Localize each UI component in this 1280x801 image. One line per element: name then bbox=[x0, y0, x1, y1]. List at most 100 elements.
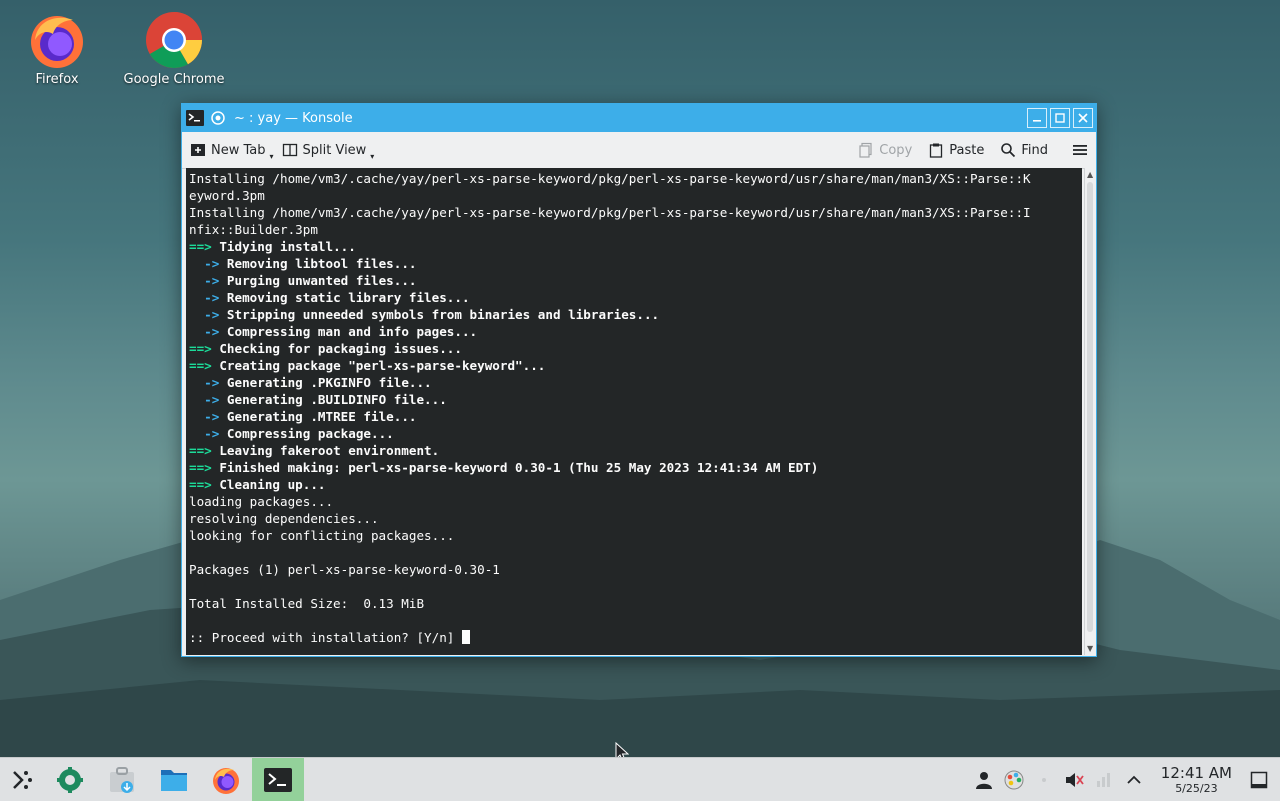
tray-user[interactable] bbox=[969, 758, 999, 801]
desktop-icon-label: Firefox bbox=[35, 72, 79, 87]
terminal-line: -> Purging unwanted files... bbox=[189, 272, 1079, 289]
terminal-output[interactable]: Installing /home/vm3/.cache/yay/perl-xs-… bbox=[186, 168, 1082, 655]
terminal-line: -> Removing libtool files... bbox=[189, 255, 1079, 272]
konsole-app-icon[interactable] bbox=[185, 108, 205, 128]
taskbar-file-manager[interactable] bbox=[148, 758, 200, 801]
terminal-line-marker: ==> bbox=[189, 239, 212, 254]
tray-color-picker[interactable] bbox=[999, 758, 1029, 801]
hamburger-menu-button[interactable] bbox=[1064, 135, 1096, 165]
terminal-line: -> Removing static library files... bbox=[189, 289, 1079, 306]
terminal-line-text: Removing libtool files... bbox=[219, 256, 417, 271]
tray-notifications-disabled[interactable] bbox=[1029, 758, 1059, 801]
terminal-line-marker: ==> bbox=[189, 443, 212, 458]
split-view-icon bbox=[282, 143, 297, 157]
chevron-up-icon bbox=[1127, 775, 1141, 784]
clock-time: 12:41 AM bbox=[1160, 763, 1232, 782]
copy-icon bbox=[859, 142, 872, 158]
paste-icon bbox=[930, 143, 943, 158]
color-palette-icon bbox=[1004, 770, 1024, 789]
window-titlebar[interactable]: ~ : yay — Konsole bbox=[182, 104, 1096, 132]
terminal-line: -> Compressing package... bbox=[189, 425, 1079, 442]
system-tray: 12:41 AM 5/25/23 bbox=[969, 758, 1280, 801]
close-button[interactable] bbox=[1073, 108, 1093, 128]
terminal-line-marker: -> bbox=[189, 392, 220, 407]
terminal-line-marker: ==> bbox=[189, 358, 212, 373]
terminal-line-text: Generating .MTREE file... bbox=[219, 409, 417, 424]
terminal-line-marker: -> bbox=[189, 426, 220, 441]
terminal-line-text: Total Installed Size: 0.13 MiB bbox=[189, 596, 425, 611]
tray-expand[interactable] bbox=[1119, 758, 1149, 801]
taskbar-settings[interactable] bbox=[44, 758, 96, 801]
terminal-line-text: Generating .PKGINFO file... bbox=[219, 375, 432, 390]
firefox-icon bbox=[27, 10, 87, 70]
terminal-icon bbox=[264, 767, 292, 792]
terminal-line-marker: ==> bbox=[189, 341, 212, 356]
maximize-button[interactable] bbox=[1050, 108, 1070, 128]
terminal-line-text: Tidying install... bbox=[211, 239, 356, 254]
user-icon bbox=[975, 771, 992, 789]
desktop-icon-chrome[interactable]: Google Chrome bbox=[119, 2, 229, 87]
terminal-line: Total Installed Size: 0.13 MiB bbox=[189, 595, 1079, 612]
terminal-line-text: Stripping unneeded symbols from binaries… bbox=[219, 307, 660, 322]
scroll-up-arrow-icon[interactable]: ▲ bbox=[1087, 170, 1093, 179]
paste-button[interactable]: Paste bbox=[920, 135, 992, 165]
terminal-line-marker: ==> bbox=[189, 477, 212, 492]
folder-icon bbox=[161, 769, 187, 791]
desktop-icon-label: Google Chrome bbox=[123, 72, 225, 87]
network-icon bbox=[1096, 772, 1110, 787]
terminal-line: Packages (1) perl-xs-parse-keyword-0.30-… bbox=[189, 561, 1079, 578]
tray-network[interactable] bbox=[1089, 758, 1119, 801]
terminal-line-text: Cleaning up... bbox=[211, 477, 326, 492]
terminal-line-text: Packages (1) perl-xs-parse-keyword-0.30-… bbox=[189, 562, 500, 577]
taskbar-konsole[interactable] bbox=[252, 758, 304, 801]
taskbar-firefox[interactable] bbox=[200, 758, 252, 801]
show-desktop-icon bbox=[1250, 771, 1268, 788]
firefox-icon bbox=[213, 767, 239, 794]
terminal-scrollbar[interactable]: ▲ ▼ bbox=[1084, 168, 1096, 655]
terminal-line-marker: -> bbox=[189, 375, 220, 390]
minimize-button[interactable] bbox=[1027, 108, 1047, 128]
terminal-line-text: looking for conflicting packages... bbox=[189, 528, 455, 543]
find-button[interactable]: Find bbox=[992, 135, 1056, 165]
split-view-button[interactable]: Split View ▾ bbox=[274, 135, 374, 165]
pin-icon[interactable] bbox=[208, 108, 228, 128]
terminal-line-marker: ==> bbox=[189, 460, 212, 475]
terminal-prompt-line: :: Proceed with installation? [Y/n] bbox=[189, 629, 1079, 646]
terminal-line: ==> Creating package "perl-xs-parse-keyw… bbox=[189, 357, 1079, 374]
terminal-line: Installing /home/vm3/.cache/yay/perl-xs-… bbox=[189, 170, 1079, 187]
terminal-line-text: Purging unwanted files... bbox=[219, 273, 417, 288]
copy-button[interactable]: Copy bbox=[850, 135, 920, 165]
scroll-down-arrow-icon[interactable]: ▼ bbox=[1087, 644, 1093, 653]
terminal-line: nfix::Builder.3pm bbox=[189, 221, 1079, 238]
chrome-icon bbox=[144, 10, 204, 70]
terminal-line-marker: -> bbox=[189, 256, 220, 271]
bell-icon bbox=[1041, 777, 1046, 782]
tray-volume[interactable] bbox=[1059, 758, 1089, 801]
scrollbar-thumb[interactable] bbox=[1087, 182, 1093, 632]
terminal-prompt: :: Proceed with installation? [Y/n] bbox=[189, 630, 462, 645]
terminal-line-text: Installing /home/vm3/.cache/yay/perl-xs-… bbox=[189, 171, 1031, 186]
paste-label: Paste bbox=[949, 142, 985, 158]
terminal-line-text: Creating package "perl-xs-parse-keyword"… bbox=[211, 358, 546, 373]
show-desktop-button[interactable] bbox=[1244, 758, 1274, 801]
taskbar-discover[interactable] bbox=[96, 758, 148, 801]
terminal-line-marker: -> bbox=[189, 324, 220, 339]
konsole-toolbar: New Tab ▾ Split View ▾ Copy Paste Find bbox=[182, 132, 1096, 169]
app-launcher-button[interactable] bbox=[0, 758, 44, 801]
digital-clock[interactable]: 12:41 AM 5/25/23 bbox=[1149, 763, 1244, 795]
terminal-line-text: Removing static library files... bbox=[219, 290, 470, 305]
new-tab-button[interactable]: New Tab ▾ bbox=[182, 135, 274, 165]
terminal-line-text: nfix::Builder.3pm bbox=[189, 222, 318, 237]
find-label: Find bbox=[1021, 142, 1048, 158]
window-title: ~ : yay — Konsole bbox=[234, 110, 353, 126]
terminal-line: -> Compressing man and info pages... bbox=[189, 323, 1079, 340]
terminal-line-text: Compressing man and info pages... bbox=[219, 324, 478, 339]
desktop-icon-firefox[interactable]: Firefox bbox=[2, 2, 112, 87]
terminal-line: ==> Tidying install... bbox=[189, 238, 1079, 255]
terminal-line-text: Leaving fakeroot environment. bbox=[211, 443, 440, 458]
terminal-line-text: Generating .BUILDINFO file... bbox=[219, 392, 447, 407]
terminal-line-text: Installing /home/vm3/.cache/yay/perl-xs-… bbox=[189, 205, 1031, 220]
terminal-line-text: Finished making: perl-xs-parse-keyword 0… bbox=[211, 460, 819, 475]
